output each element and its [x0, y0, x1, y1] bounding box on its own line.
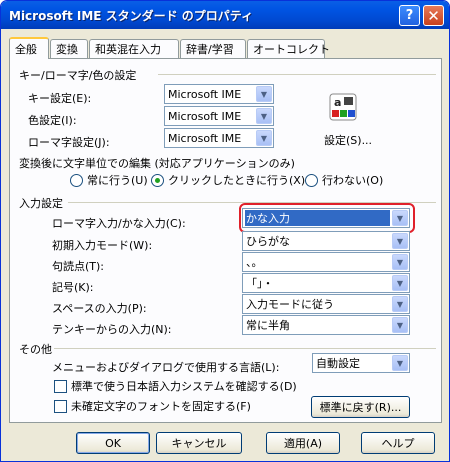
tenkey-select[interactable]: 常に半角 ▼	[242, 315, 410, 335]
checkbox-box[interactable]	[54, 399, 67, 413]
punctuation-value: 、。	[246, 256, 263, 269]
radio-circle[interactable]	[70, 173, 83, 187]
symbol-label: 記号(K):	[52, 281, 94, 294]
key-setting-value: Microsoft IME	[168, 87, 242, 101]
general-panel: キー/ローマ字/色の設定 キー設定(E): Microsoft IME ▼ 色設…	[9, 58, 442, 423]
tenkey-value: 常に半角	[246, 319, 290, 332]
chevron-down-icon[interactable]: ▼	[392, 210, 408, 226]
radio-on-click[interactable]: クリックしたときに行う(X)	[151, 172, 305, 188]
symbol-value: 「」・	[246, 277, 274, 290]
color-setting-value: Microsoft IME	[168, 109, 242, 123]
chevron-down-icon[interactable]: ▼	[392, 317, 408, 333]
other-group-title: その他	[19, 343, 52, 356]
romaji-kana-value: かな入力	[245, 210, 390, 226]
romaji-setting-label: ローマ字設定(J):	[28, 136, 110, 149]
key-group-title: キー/ローマ字/色の設定	[19, 69, 137, 82]
properties-dialog: Microsoft IME スタンダード のプロパティ ? ✕ 全般 変換 和英…	[0, 0, 450, 462]
help-title-button[interactable]: ?	[399, 5, 420, 26]
radio-circle-selected[interactable]	[151, 173, 164, 187]
settings-button[interactable]: 設定(S)...	[324, 132, 372, 148]
window-title: Microsoft IME スタンダード のプロパティ	[9, 9, 254, 23]
radio-always[interactable]: 常に行う(U)	[70, 172, 148, 188]
radio-always-label: 常に行う(U)	[87, 174, 148, 187]
language-select[interactable]: 自動設定 ▼	[312, 353, 410, 373]
fix-font-checkbox[interactable]: 未確定文字のフォントを固定する(F)	[54, 398, 251, 414]
radio-never[interactable]: 行わない(O)	[305, 172, 383, 188]
key-setting-select[interactable]: Microsoft IME ▼	[164, 84, 274, 104]
chevron-down-icon[interactable]: ▼	[392, 355, 408, 371]
chevron-down-icon[interactable]: ▼	[256, 86, 272, 102]
romaji-setting-value: Microsoft IME	[168, 131, 242, 145]
confirm-default-ime-label: 標準で使う日本語入力システムを確認する(D)	[71, 380, 297, 393]
apply-button[interactable]: 適用(A)	[266, 432, 340, 454]
ime-settings-icon[interactable]: a	[328, 92, 358, 122]
tab-autocorrect[interactable]: オートコレクト	[247, 39, 330, 58]
tenkey-label: テンキーからの入力(N):	[52, 323, 172, 336]
punctuation-select[interactable]: 、。 ▼	[242, 252, 410, 272]
space-input-label: スペースの入力(P):	[52, 302, 147, 315]
color-setting-label: 色設定(I):	[28, 114, 77, 127]
reset-default-button[interactable]: 標準に戻す(R)...	[311, 396, 410, 418]
radio-never-label: 行わない(O)	[322, 174, 384, 187]
chevron-down-icon[interactable]: ▼	[256, 130, 272, 146]
title-bar[interactable]: Microsoft IME スタンダード のプロパティ ? ✕	[1, 1, 449, 29]
chevron-down-icon[interactable]: ▼	[256, 108, 272, 124]
tab-mixed-input[interactable]: 和英混在入力	[89, 39, 179, 58]
space-input-value: 入力モードに従う	[246, 298, 334, 311]
symbol-select[interactable]: 「」・ ▼	[242, 273, 410, 293]
space-input-select[interactable]: 入力モードに従う ▼	[242, 294, 410, 314]
punctuation-label: 句読点(T):	[52, 260, 105, 273]
chevron-down-icon[interactable]: ▼	[392, 233, 408, 249]
initial-mode-value: ひらがな	[246, 235, 290, 248]
ok-button[interactable]: OK	[76, 432, 150, 454]
initial-mode-select[interactable]: ひらがな ▼	[242, 231, 410, 251]
radio-on-click-label: クリックしたときに行う(X)	[168, 174, 306, 187]
tab-dictionary[interactable]: 辞書/学習	[180, 39, 246, 58]
input-group-title: 入力設定	[19, 197, 63, 210]
group-divider	[158, 74, 436, 75]
tab-general[interactable]: 全般	[9, 37, 49, 59]
close-button[interactable]: ✕	[423, 5, 444, 26]
edit-group-title: 変換後に文字単位での編集 (対応アプリケーションのみ)	[19, 157, 295, 170]
fix-font-label: 未確定文字のフォントを固定する(F)	[71, 400, 251, 413]
chevron-down-icon[interactable]: ▼	[392, 296, 408, 312]
romaji-kana-select[interactable]: かな入力 ▼	[242, 208, 410, 228]
tab-conversion[interactable]: 変換	[50, 39, 88, 58]
radio-circle[interactable]	[305, 173, 318, 187]
confirm-default-ime-checkbox[interactable]: 標準で使う日本語入力システムを確認する(D)	[54, 378, 297, 394]
help-button[interactable]: ヘルプ	[361, 432, 435, 454]
checkbox-box[interactable]	[54, 379, 67, 393]
romaji-setting-select[interactable]: Microsoft IME ▼	[164, 128, 274, 148]
cancel-button[interactable]: キャンセル	[156, 432, 242, 454]
color-setting-select[interactable]: Microsoft IME ▼	[164, 106, 274, 126]
radio-dot	[155, 177, 160, 183]
chevron-down-icon[interactable]: ▼	[392, 254, 408, 270]
language-value: 自動設定	[316, 357, 360, 370]
chevron-down-icon[interactable]: ▼	[392, 275, 408, 291]
group-divider	[54, 348, 436, 349]
initial-mode-label: 初期入力モード(W):	[52, 239, 153, 252]
language-label: メニューおよびダイアログで使用する言語(L):	[52, 361, 280, 374]
svg-text:a: a	[334, 96, 341, 109]
key-setting-label: キー設定(E):	[28, 92, 92, 105]
romaji-kana-label: ローマ字入力/かな入力(C):	[52, 217, 186, 230]
